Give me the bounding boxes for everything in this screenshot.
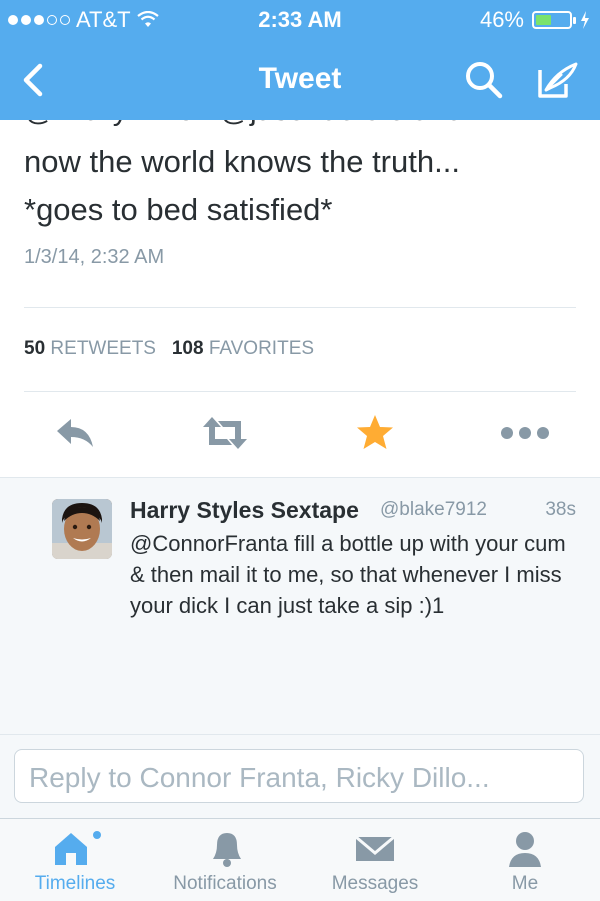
retweet-button[interactable] (195, 408, 255, 458)
navigation-bar: Tweet (0, 40, 600, 120)
person-icon (509, 832, 541, 867)
tab-bar: Timelines Notifications Messages Me (0, 818, 600, 901)
tab-label: Messages (331, 873, 419, 894)
tweet-timestamp: 1/3/14, 2:32 AM (24, 246, 165, 268)
avatar[interactable] (52, 499, 112, 559)
page-title: Tweet (258, 62, 342, 95)
reply-input-placeholder: Reply to Connor Franta, Ricky Dillo... (29, 762, 490, 793)
search-icon (466, 62, 503, 99)
tab-me[interactable]: Me (450, 819, 600, 901)
tab-label: Me (511, 873, 539, 894)
more-dots-icon (501, 427, 549, 439)
status-bar: AT&T 2:33 AM 46% (0, 0, 600, 40)
favorites-stat[interactable]: 108 FAVORITES (172, 338, 314, 359)
reply-author-name[interactable]: Harry Styles Sextape (130, 497, 359, 524)
reply-timestamp: 38s (545, 499, 576, 520)
tab-notifications[interactable]: Notifications (150, 819, 300, 901)
tab-label: Notifications (173, 873, 277, 894)
compose-icon (538, 62, 578, 98)
background-area (0, 676, 600, 734)
reply-button[interactable] (45, 408, 105, 458)
reply-composer: Reply to Connor Franta, Ricky Dillo... (0, 734, 600, 819)
retweets-count: 50 (24, 338, 46, 359)
charging-icon (581, 11, 589, 29)
reply-tweet[interactable]: Harry Styles Sextape @blake7912 38s @Con… (0, 477, 600, 677)
tab-messages[interactable]: Messages (300, 819, 450, 901)
compose-button[interactable] (532, 58, 582, 102)
divider (24, 391, 576, 392)
envelope-icon (355, 835, 395, 861)
divider (24, 307, 576, 308)
reply-author-handle[interactable]: @blake7912 (380, 499, 487, 521)
retweet-icon (203, 417, 247, 449)
tweet-text-line: now the world knows the truth... (24, 144, 460, 179)
retweets-stat[interactable]: 50 RETWEETS (24, 338, 156, 359)
reply-input[interactable]: Reply to Connor Franta, Ricky Dillo... (14, 749, 584, 803)
reply-icon (57, 419, 93, 447)
avatar-face-image (52, 499, 112, 559)
favorites-label: FAVORITES (208, 338, 315, 359)
star-icon (357, 415, 393, 449)
favorites-count: 108 (171, 338, 204, 359)
tab-label: Timelines (34, 873, 116, 894)
tweet-text: now the world knows the truth... *goes t… (24, 138, 584, 234)
home-icon (55, 831, 101, 865)
more-button[interactable] (495, 408, 555, 458)
battery-info: 46% (480, 7, 590, 33)
retweets-label: RETWEETS (50, 338, 156, 359)
favorite-button[interactable] (345, 408, 405, 458)
tweet-stats: 50 RETWEETS 108 FAVORITES (24, 338, 314, 360)
tweet-actions (0, 408, 600, 468)
battery-percent: 46% (479, 7, 524, 32)
search-button[interactable] (462, 58, 506, 102)
battery-icon (532, 11, 576, 29)
tab-timelines[interactable]: Timelines (0, 819, 150, 901)
reply-text: @ConnorFranta fill a bottle up with your… (130, 531, 566, 618)
tweet-text-line: *goes to bed satisfied* (24, 192, 333, 227)
bell-icon (213, 833, 241, 867)
